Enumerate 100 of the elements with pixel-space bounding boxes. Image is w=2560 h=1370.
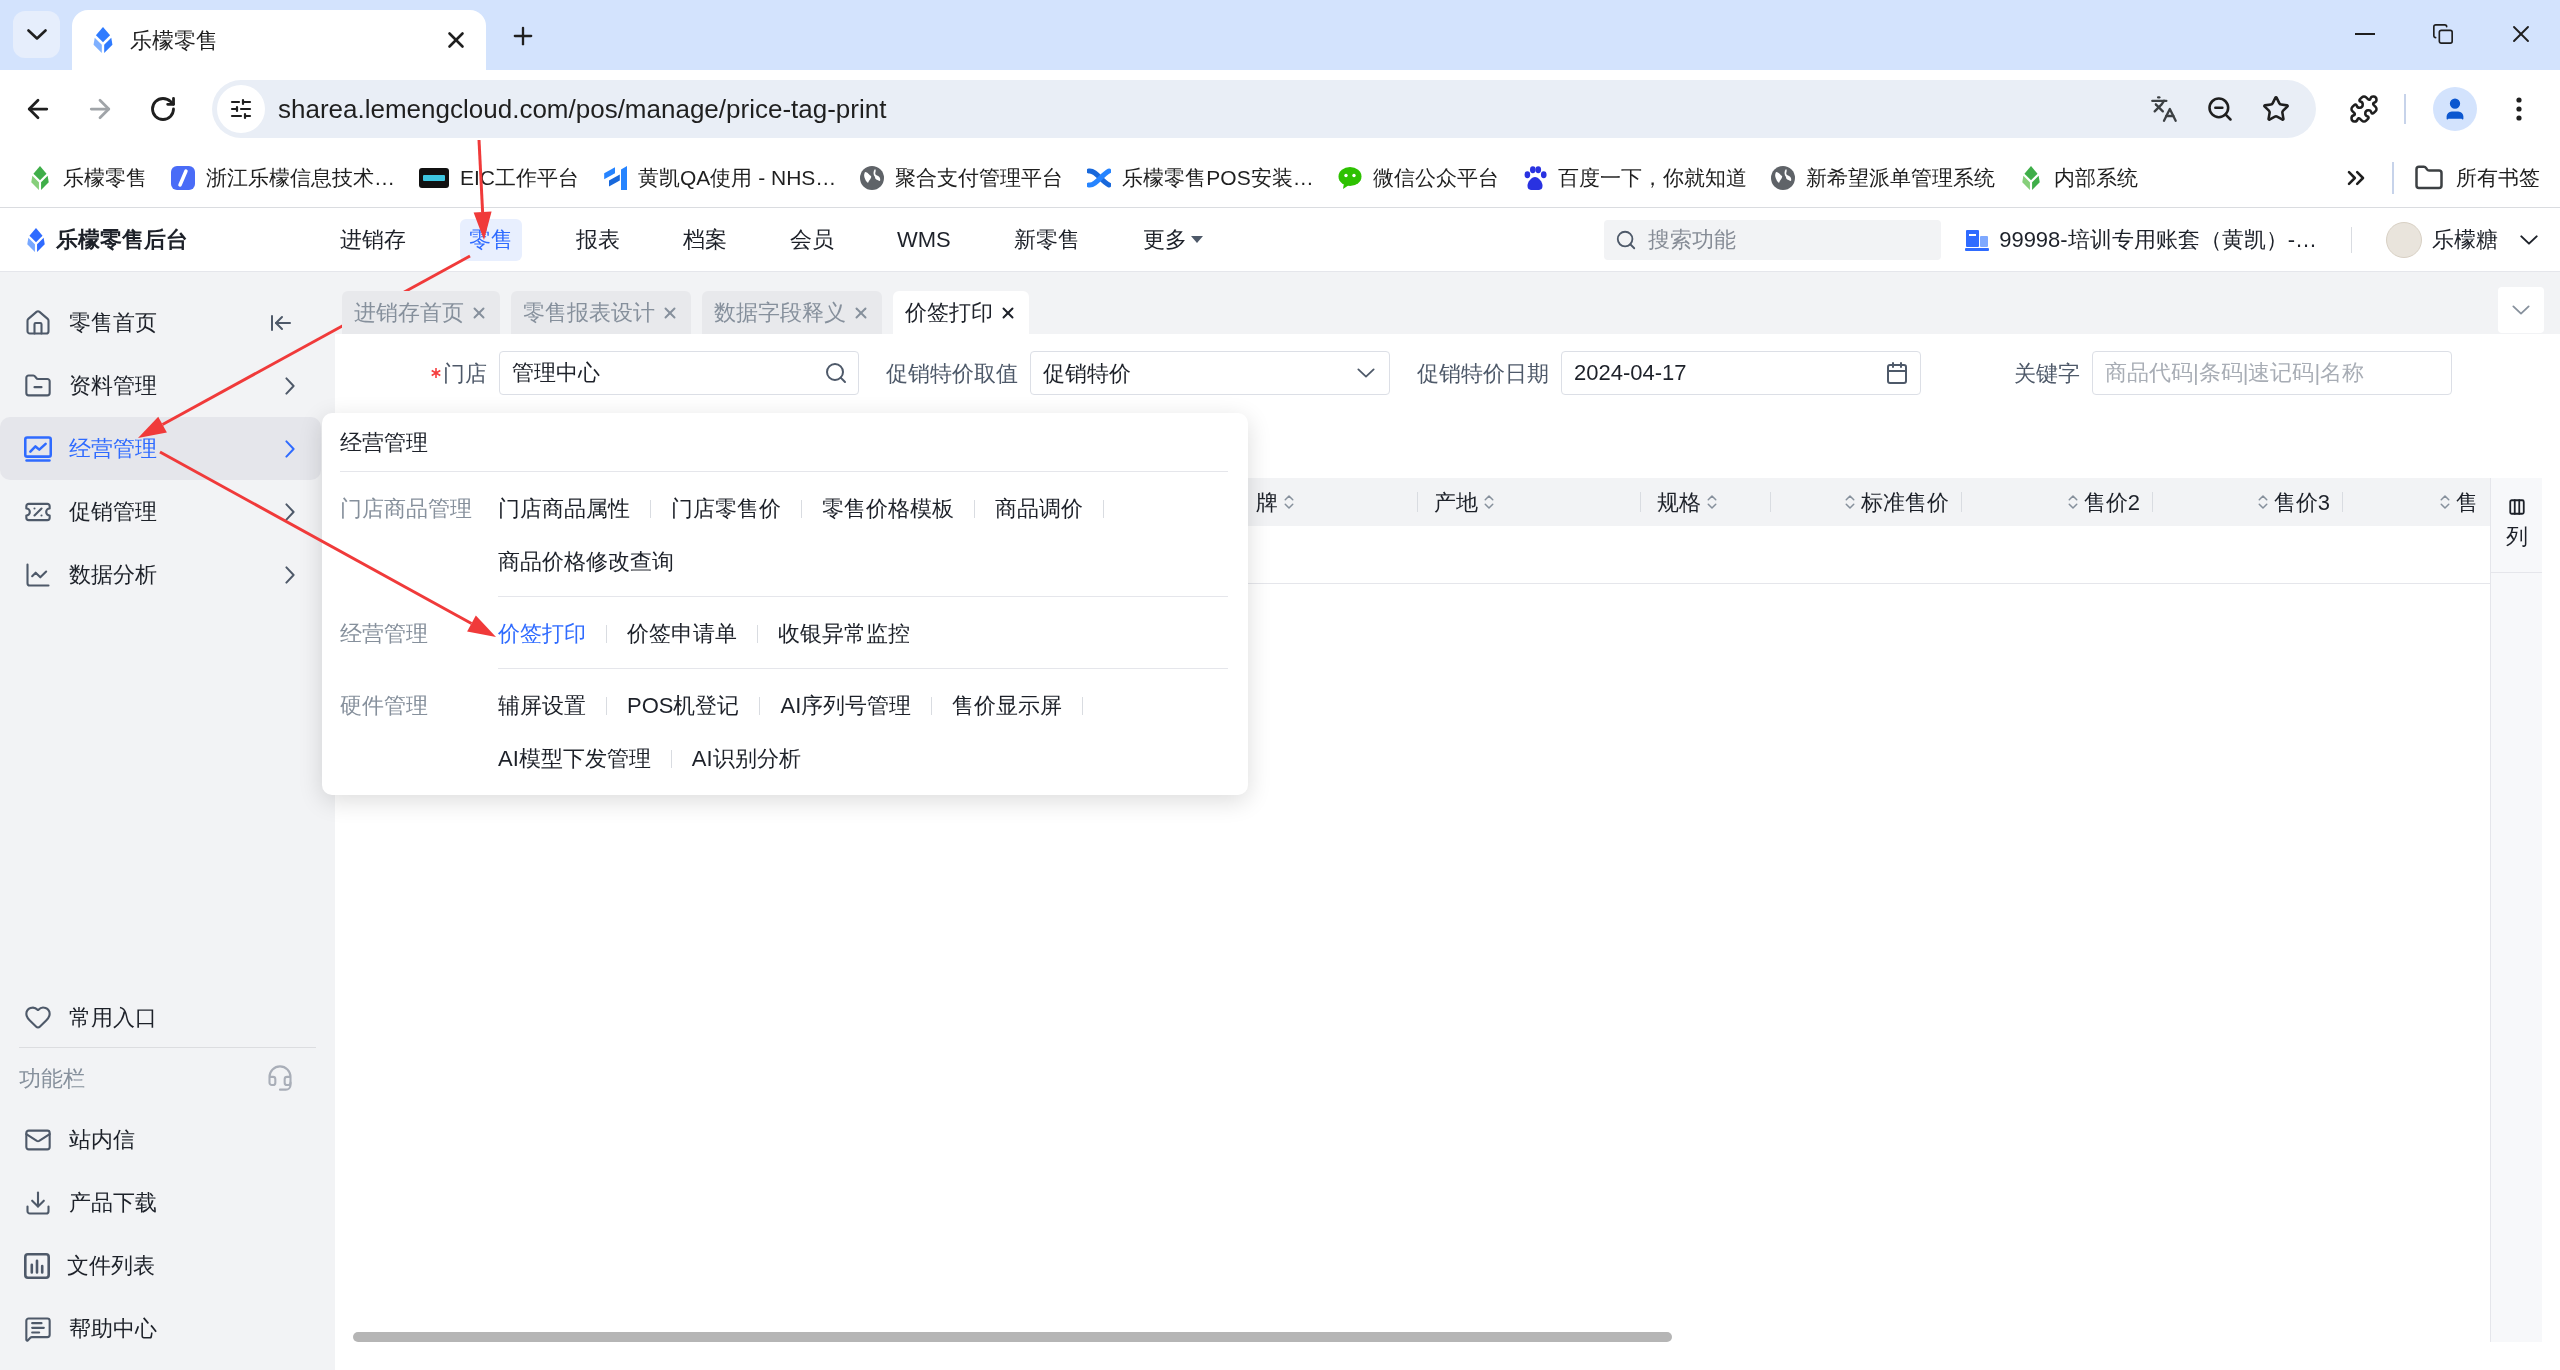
site-info-button[interactable]	[217, 85, 265, 133]
column-settings-button[interactable]: 列	[2491, 478, 2542, 573]
star-icon	[2262, 95, 2290, 123]
nav-tab[interactable]: 会员	[781, 218, 843, 261]
zoom-out-icon	[2206, 95, 2234, 123]
section-title: 功能栏	[19, 1064, 85, 1093]
column-header[interactable]: 规格	[1657, 485, 1721, 519]
search-icon	[824, 361, 848, 385]
keyword-field[interactable]: 商品代码|条码|速记码|名称	[2092, 351, 2452, 395]
nav-tab[interactable]: 新零售	[1004, 218, 1089, 261]
minimize-icon	[2355, 33, 2375, 35]
column-header[interactable]: 牌	[1256, 485, 1298, 519]
bookmark-item[interactable]: 微信公众平台	[1331, 155, 1505, 200]
column-header[interactable]: 售价2	[2063, 485, 2140, 519]
menu-link[interactable]: 零售价格模板	[802, 492, 974, 525]
chevron-down-icon	[26, 29, 47, 40]
menu-link[interactable]: 商品调价	[975, 492, 1103, 525]
sidebar-item[interactable]: 帮助中心	[0, 1297, 321, 1360]
nav-tab[interactable]: 进销存	[331, 218, 415, 261]
field-label: 促销特价日期	[1417, 359, 1549, 388]
sidebar-item[interactable]: 经营管理	[0, 417, 321, 480]
column-header[interactable]: 售价3	[2253, 485, 2330, 519]
search-field[interactable]: 搜索功能	[1604, 219, 1942, 260]
sidebar-item[interactable]: 数据分析	[0, 543, 321, 606]
account-switcher[interactable]: 99998-培训专用账套（黄凯）-…	[1965, 223, 2317, 256]
menu-link[interactable]: 价签打印	[498, 617, 606, 650]
cross-logo-icon	[1087, 165, 1112, 190]
globe-icon	[1770, 165, 1795, 190]
slash-square-icon	[171, 165, 195, 190]
nav-tab[interactable]: 更多	[1133, 218, 1212, 261]
app-logo-text: 乐檬零售后台	[56, 226, 188, 254]
date-field[interactable]: 2024-04-17	[1561, 351, 1921, 395]
tab-search-button[interactable]	[13, 11, 60, 58]
book-icon	[1965, 228, 1990, 251]
bookmark-item[interactable]: 聚合支付管理平台	[854, 155, 1070, 200]
bookmark-item[interactable]: 新希望派单管理系统	[1764, 155, 2001, 200]
menu-link[interactable]: 门店零售价	[651, 492, 801, 525]
puzzle-icon	[2349, 94, 2379, 124]
bookmark-item[interactable]: 内部系统	[2012, 155, 2144, 200]
menu-icon	[2516, 97, 2522, 121]
headset-icon	[266, 1064, 294, 1092]
sidebar-item[interactable]: 站内信	[0, 1108, 321, 1171]
bookmark-item[interactable]: 浙江乐檬信息技术…	[165, 155, 401, 200]
page-tab[interactable]: 价签打印	[893, 291, 1029, 334]
menu-link[interactable]: 收银异常监控	[758, 617, 930, 650]
leaf-logo-icon	[24, 227, 48, 252]
column-header[interactable]: 售	[2436, 485, 2478, 519]
globe-icon	[860, 165, 885, 190]
bar-chart-icon	[24, 1252, 50, 1279]
menu-title: 经营管理	[340, 428, 428, 457]
nav-tab[interactable]: 档案	[674, 218, 736, 261]
stacked-arrows-icon	[603, 165, 627, 190]
store-search-field[interactable]: 管理中心	[499, 351, 859, 395]
chevron-down-icon	[2512, 305, 2530, 315]
menu-link[interactable]: AI序列号管理	[760, 689, 932, 722]
calendar-icon	[1885, 361, 1909, 385]
sidebar-item[interactable]: 资料管理	[0, 354, 321, 417]
field-label: 门店	[443, 359, 487, 388]
horizontal-scrollbar[interactable]	[353, 1332, 1672, 1342]
select-field[interactable]: 促销特价	[1030, 351, 1390, 395]
menu-link[interactable]: 价签申请单	[607, 617, 757, 650]
nav-tab[interactable]: 零售	[460, 218, 522, 261]
field-label: 关键字	[2014, 359, 2080, 388]
menu-link[interactable]: 售价显示屏	[932, 689, 1083, 722]
nav-tab[interactable]: 报表	[567, 218, 629, 261]
paw-icon	[1522, 165, 1547, 190]
group-label: 硬件管理	[340, 692, 428, 720]
sidebar-item[interactable]: 促销管理	[0, 480, 321, 543]
menu-link[interactable]: AI模型下发管理	[498, 742, 671, 775]
nav-tab[interactable]: WMS	[888, 218, 960, 261]
menu-link[interactable]: 商品价格修改查询	[498, 545, 694, 578]
bookmark-item[interactable]: 百度一下，你就知道	[1516, 155, 1753, 200]
home-icon	[24, 308, 52, 337]
favorites-item[interactable]: 常用入口	[0, 987, 321, 1047]
bookmark-item[interactable]: 黄凯QA使用 - NHS…	[597, 155, 843, 200]
columns-icon	[2507, 497, 2526, 516]
address-bar[interactable]: sharea.lemengcloud.com/pos/manage/price-tag-print	[212, 80, 2316, 138]
profile-button[interactable]	[2433, 87, 2477, 131]
reload-icon	[149, 95, 177, 123]
tab-title: 乐檬零售	[130, 26, 218, 55]
sidebar-item[interactable]: 文件列表	[0, 1234, 321, 1297]
bookmark-item[interactable]: 乐檬零售	[22, 155, 153, 200]
column-header[interactable]: 标准售价	[1841, 485, 1949, 519]
browser-tab[interactable]: 乐檬零售	[72, 10, 486, 70]
chevron-down-icon	[2520, 234, 2538, 245]
bookmark-item[interactable]: 乐檬零售POS安装…	[1081, 155, 1320, 200]
all-bookmarks-button[interactable]: 所有书签	[2414, 155, 2540, 200]
column-header[interactable]: 产地	[1434, 485, 1498, 519]
chat-bubble-icon	[1337, 165, 1362, 190]
menu-link[interactable]: 辅屏设置	[498, 689, 606, 722]
sidebar-item[interactable]: 产品下载	[0, 1171, 321, 1234]
url-text: sharea.lemengcloud.com/pos/manage/price-tag-print	[278, 92, 887, 126]
user-menu[interactable]: 乐檬糖	[2386, 221, 2538, 258]
menu-link[interactable]: 门店商品属性	[498, 492, 650, 525]
sidebar-item[interactable]: 零售首页	[0, 291, 261, 354]
group-label: 经营管理	[340, 620, 428, 648]
message-icon	[24, 1314, 52, 1343]
menu-link[interactable]: AI识别分析	[671, 742, 821, 775]
menu-link[interactable]: POS机登记	[607, 689, 760, 722]
monitor-chart-icon	[24, 434, 52, 463]
